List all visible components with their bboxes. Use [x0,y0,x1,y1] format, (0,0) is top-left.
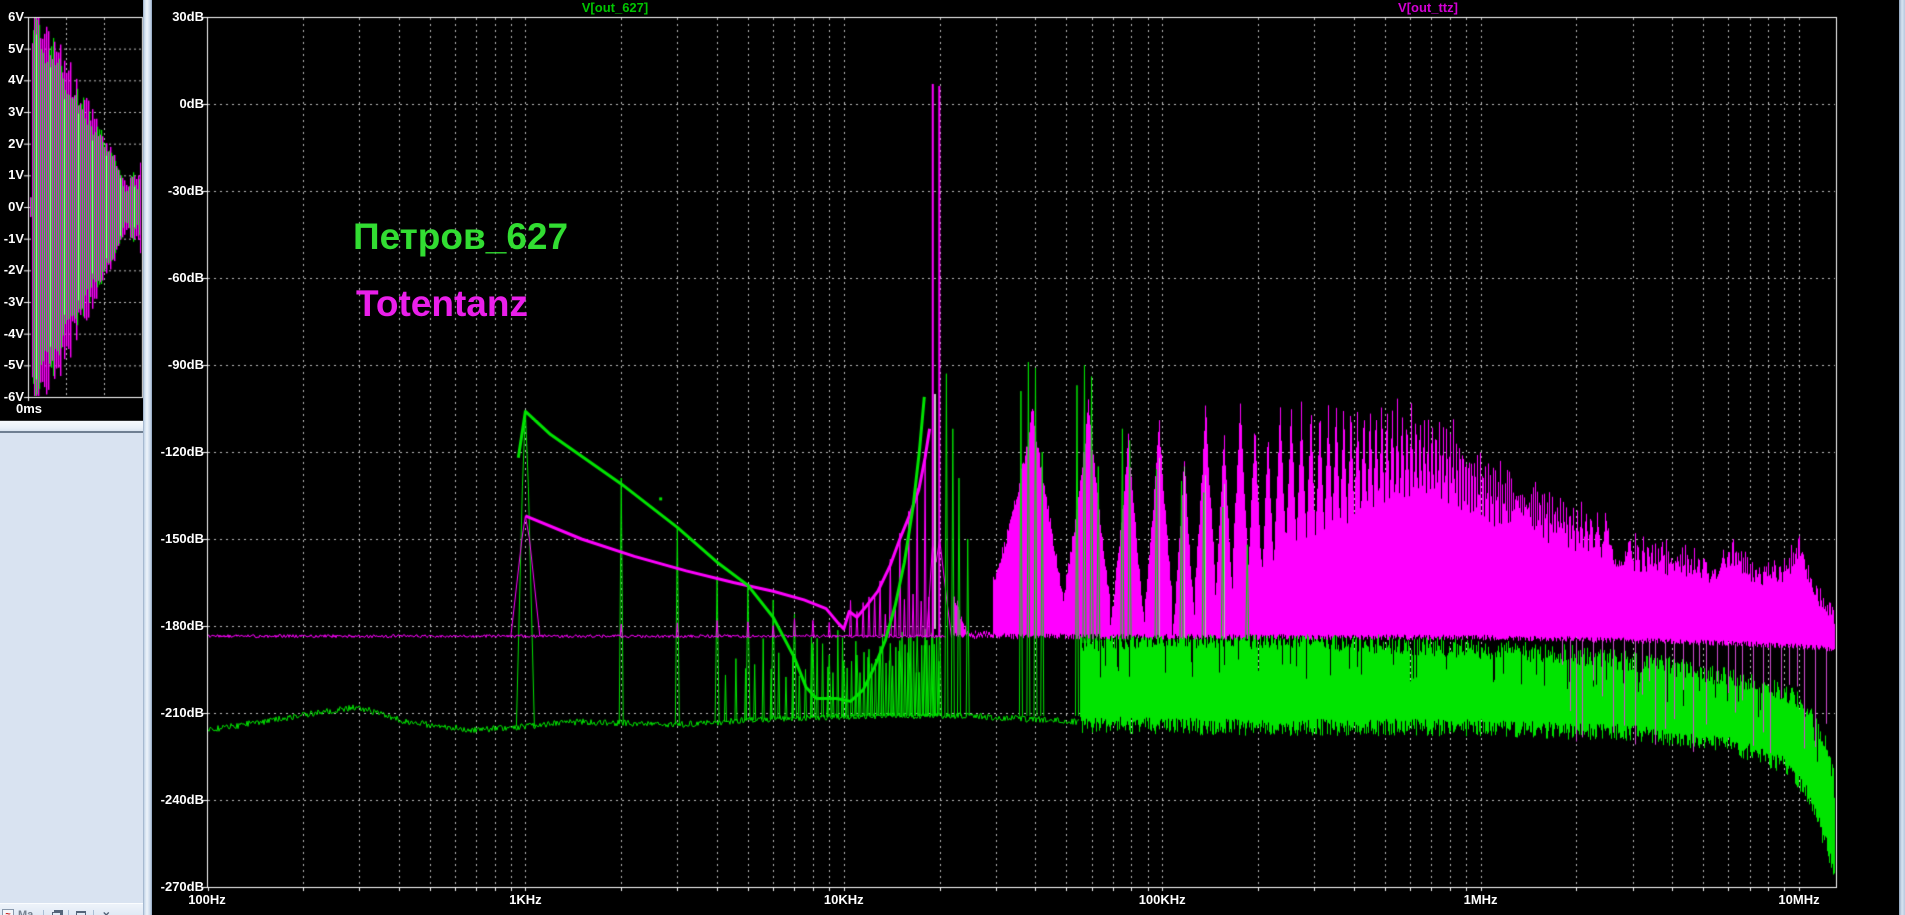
fft-x-tick-label: 100KHz [1138,892,1186,907]
time-y-tick-label: 2V [8,135,24,151]
time-panel-scrollbar[interactable] [0,420,143,433]
fft-x-tick-label: 10KHz [823,892,864,907]
close-button[interactable]: × [98,909,114,915]
restore-button[interactable] [48,909,64,915]
time-y-tick-label: -5V [3,357,24,373]
time-y-tick-label: -3V [3,294,24,309]
time-y-tick-label: 5V [8,40,24,56]
trace-label-out-627[interactable]: V[out_627] [545,0,685,15]
minimized-window-bar[interactable]: ~ Ma × [0,903,143,915]
fft-y-tick-label: -210dB [160,705,204,720]
separator [68,909,70,915]
fft-y-tick-label: -90dB [167,357,204,372]
fft-y-tick-label: -240dB [160,792,204,807]
fft-y-tick-label: -60dB [167,270,204,285]
separator [93,909,95,915]
ltspice-waveform-window: V[out_627] V[out_ttz] Петров_627 Totenta… [0,0,1905,915]
fft-x-tick-label: 1KHz [509,892,542,907]
app-icon: ~ [2,908,14,915]
time-y-tick-label: 0V [8,199,24,214]
annotation-petrov-627: Петров_627 [353,216,569,257]
fft-y-tick-label: -120dB [160,444,204,459]
fft-y-tick-label: 0dB [179,96,204,111]
left-pane-background [0,433,143,915]
fft-x-tick-label: 1MHz [1463,892,1498,907]
waveform-plot-canvas[interactable] [0,0,1905,915]
window-button[interactable] [73,909,89,915]
fft-x-tick-label: 10MHz [1778,892,1820,907]
time-y-tick-label: 3V [8,103,24,119]
fft-y-tick-label: -30dB [167,183,204,198]
trace-label-out-ttz[interactable]: V[out_ttz] [1358,0,1498,15]
separator [43,909,45,915]
time-x-tick-label: 0ms [16,401,43,416]
fft-y-tick-label: -180dB [160,618,204,633]
fft-y-tick-label: -150dB [160,531,204,546]
window-right-edge [1899,0,1905,915]
time-y-tick-label: 1V [8,167,24,183]
window-icon [76,910,87,915]
fft-y-tick-label: 30dB [172,9,204,24]
annotation-totentanz: Totentanz [356,283,528,324]
fft-x-tick-label: 100Hz [188,892,226,907]
close-icon: × [102,908,110,915]
minimized-window-title: Ma [18,909,34,915]
time-y-tick-label: 6V [8,8,24,24]
fft-y-tick-label: -270dB [160,879,204,894]
time-y-tick-label: -4V [3,325,24,341]
time-y-tick-label: -1V [3,230,24,246]
time-y-tick-label: 4V [8,72,24,88]
time-y-tick-label: -2V [3,262,24,278]
